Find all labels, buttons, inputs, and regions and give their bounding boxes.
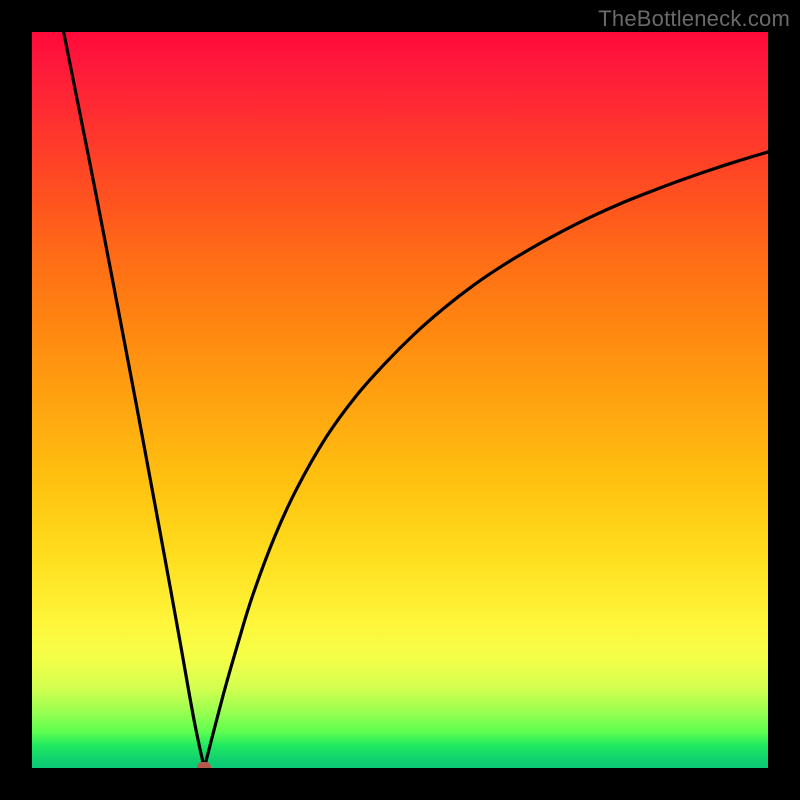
plot-area [32,32,768,768]
minimum-marker [197,762,211,768]
bottleneck-curve [32,32,768,768]
watermark-text: TheBottleneck.com [598,6,790,32]
chart-frame: TheBottleneck.com [0,0,800,800]
